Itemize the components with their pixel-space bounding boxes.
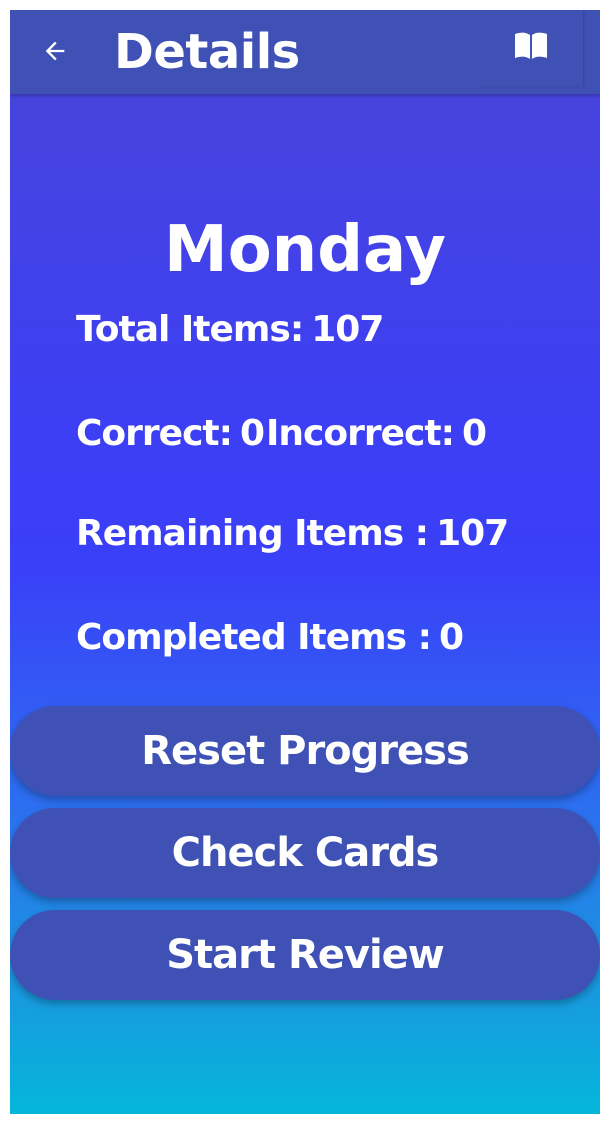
total-items-value: 107: [311, 309, 384, 350]
total-items-label: Total Items:: [76, 309, 304, 350]
correct-label: Correct:: [76, 413, 233, 454]
remaining-items-stat: Remaining Items :107: [76, 510, 509, 558]
start-review-button[interactable]: Start Review: [10, 910, 600, 1000]
remaining-items-value: 107: [436, 513, 509, 554]
app-bar: Details: [10, 10, 600, 94]
book-button[interactable]: [479, 10, 584, 86]
remaining-items-label: Remaining Items :: [76, 513, 429, 554]
completed-items-stat: Completed Items :0: [76, 614, 464, 662]
open-book-icon: [513, 31, 549, 65]
arrow-back-icon: [41, 37, 69, 69]
reset-progress-button[interactable]: Reset Progress: [10, 706, 600, 796]
total-items-stat: Total Items: 107: [76, 306, 384, 354]
correct-stat: Correct: 0: [76, 410, 265, 458]
completed-items-value: 0: [439, 617, 464, 658]
status-bar: [0, 0, 608, 10]
correct-value: 0: [240, 413, 265, 454]
incorrect-value: 0: [461, 413, 487, 454]
check-cards-button[interactable]: Check Cards: [10, 808, 600, 898]
details-screen: Details Monday Total Items: 107 Correct: 0…: [10, 10, 600, 1114]
incorrect-label: Incorrect:: [266, 413, 455, 454]
deck-title: Monday: [164, 213, 446, 287]
page-title: Details: [114, 24, 300, 80]
completed-items-label: Completed Items :: [76, 617, 432, 658]
incorrect-stat: Incorrect: 0: [266, 410, 487, 458]
back-button[interactable]: [30, 28, 80, 78]
